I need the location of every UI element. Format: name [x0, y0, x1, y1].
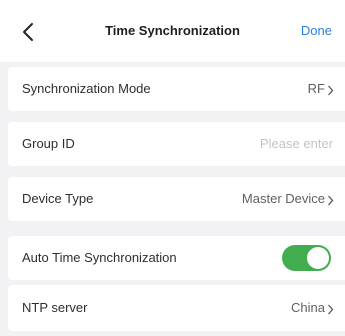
chevron-right-icon: [327, 302, 334, 315]
auto-sync-label: Auto Time Synchronization: [22, 250, 177, 265]
done-button[interactable]: Done: [301, 23, 332, 38]
group-id-label: Group ID: [22, 136, 75, 151]
ntp-server-value: China: [291, 300, 325, 315]
navigation-bar: Time Synchronization Done: [0, 0, 345, 62]
device-type-value: Master Device: [241, 191, 325, 206]
sync-mode-value: RF: [307, 81, 325, 96]
toggle-knob: [307, 247, 329, 269]
device-type-row[interactable]: Device Type Master Device: [8, 177, 345, 221]
ntp-server-label: NTP server: [22, 300, 88, 315]
device-type-label: Device Type: [22, 191, 94, 206]
auto-sync-row: Auto Time Synchronization: [8, 236, 345, 280]
ntp-server-row[interactable]: NTP server China: [8, 285, 345, 331]
group-id-input[interactable]: [183, 131, 333, 155]
chevron-right-icon: [327, 83, 334, 96]
time-sync-screen: Time Synchronization Done Synchronizatio…: [0, 0, 345, 336]
chevron-right-icon: [327, 193, 334, 206]
auto-sync-toggle[interactable]: [282, 245, 331, 271]
sync-mode-row[interactable]: Synchronization Mode RF: [8, 67, 345, 111]
page-title: Time Synchronization: [105, 23, 240, 38]
group-id-row: Group ID: [8, 122, 345, 166]
sync-mode-label: Synchronization Mode: [22, 81, 151, 96]
